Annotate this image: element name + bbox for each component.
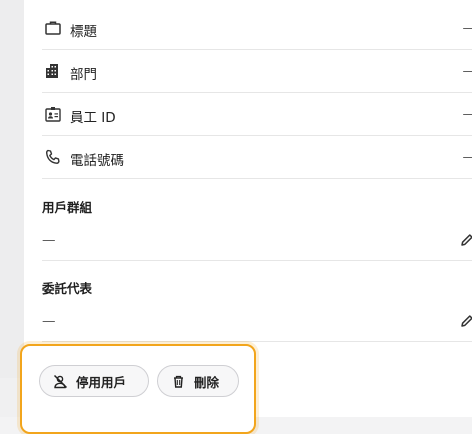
section-value: — xyxy=(42,313,56,329)
detail-value: — xyxy=(463,20,472,36)
delete-button[interactable]: 刪除 xyxy=(157,365,239,397)
detail-label: 員工 ID xyxy=(70,106,116,126)
detail-label: 部門 xyxy=(70,63,97,83)
deactivate-user-button[interactable]: 停用用戶 xyxy=(39,365,149,397)
detail-row-employee-id: 員工 ID — xyxy=(42,93,472,136)
edit-pencil-icon[interactable] xyxy=(460,314,472,328)
delete-label: 刪除 xyxy=(194,372,219,391)
detail-row-department: 部門 — xyxy=(42,50,472,93)
user-groups-section: 用戶群組 — xyxy=(42,180,472,261)
detail-label: 電話號碼 xyxy=(70,149,124,169)
section-value: — xyxy=(42,232,56,248)
detail-row-title: 標題 — xyxy=(42,7,472,50)
detail-value: — xyxy=(463,106,472,122)
user-off-icon xyxy=(53,374,68,389)
id-badge-icon xyxy=(44,105,62,123)
deactivate-user-label: 停用用戶 xyxy=(76,372,126,391)
detail-value: — xyxy=(463,63,472,79)
phone-icon xyxy=(44,148,62,166)
detail-value: — xyxy=(463,149,472,165)
action-buttons-group: 停用用戶 刪除 xyxy=(20,344,256,434)
section-title: 委託代表 xyxy=(42,278,92,297)
delegates-section: 委託代表 — xyxy=(42,261,472,342)
edit-pencil-icon[interactable] xyxy=(460,233,472,247)
detail-label: 標題 xyxy=(70,20,97,40)
briefcase-icon xyxy=(44,19,62,37)
building-icon xyxy=(44,62,62,80)
section-title: 用戶群組 xyxy=(42,197,92,216)
detail-row-phone: 電話號碼 — xyxy=(42,136,472,179)
trash-icon xyxy=(171,374,186,389)
